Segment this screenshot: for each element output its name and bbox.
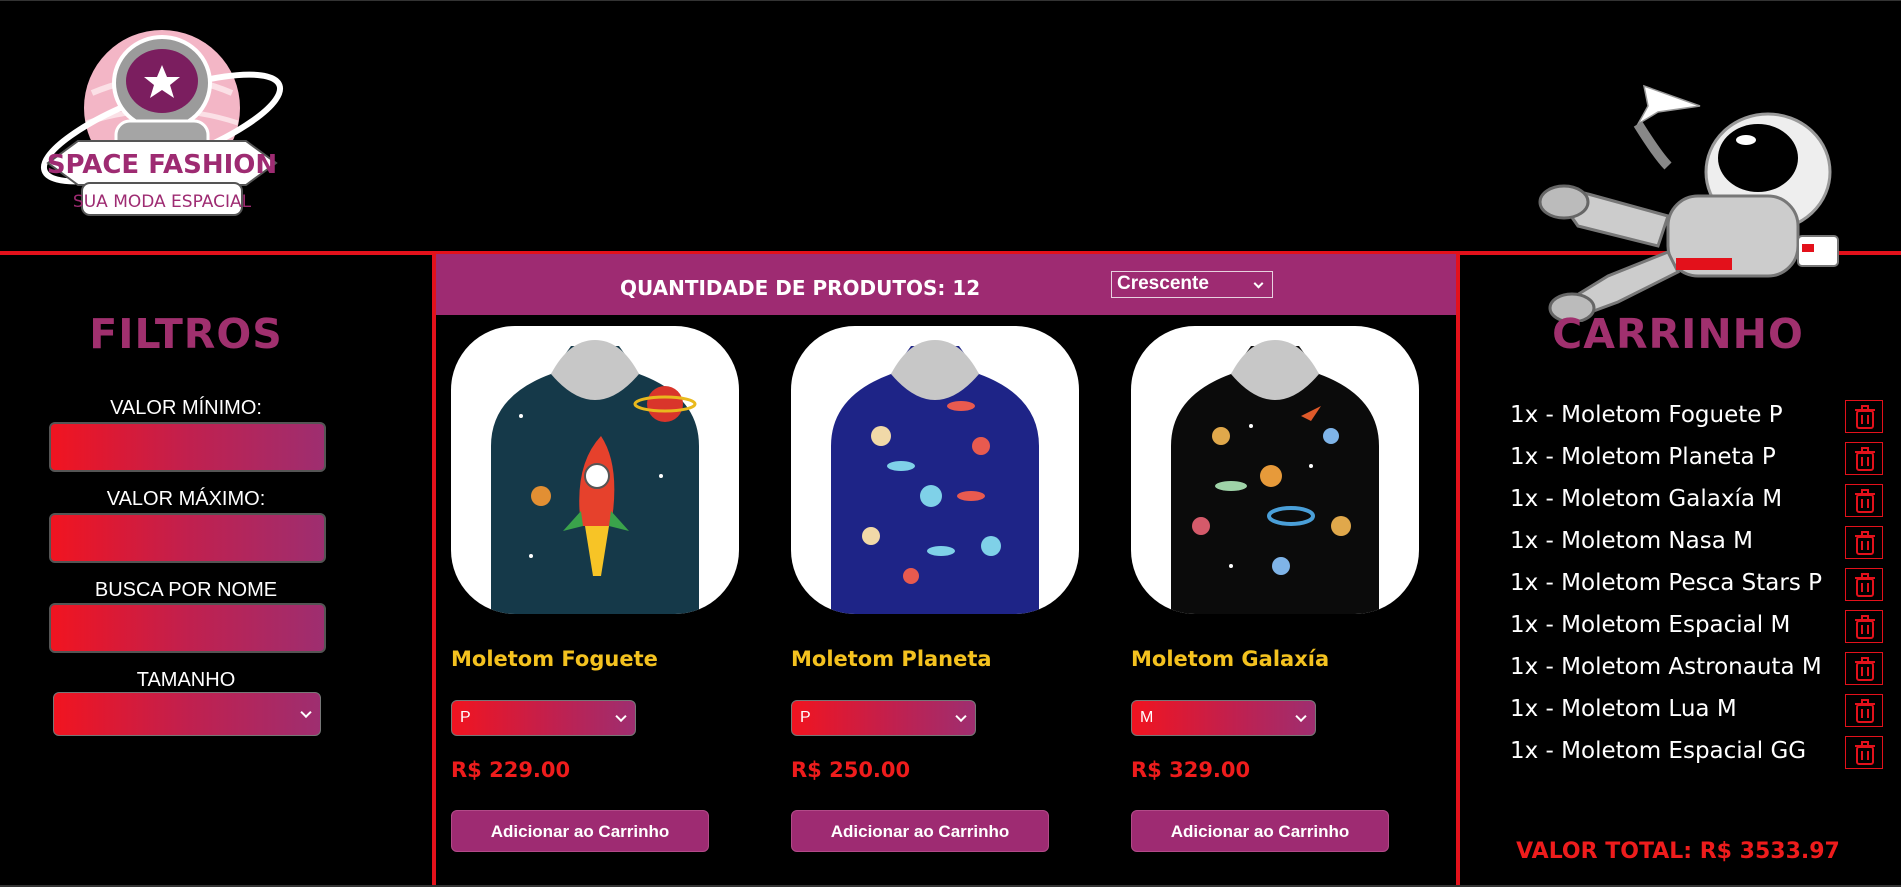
order-select[interactable]: Crescente — [1111, 271, 1273, 298]
product-price: R$ 229.00 — [451, 758, 571, 782]
remove-item-button[interactable] — [1845, 526, 1883, 559]
remove-item-button[interactable] — [1845, 568, 1883, 601]
add-to-cart-button[interactable]: Adicionar ao Carrinho — [791, 810, 1049, 852]
size-label: TAMANHO — [136, 669, 236, 691]
product-image-galaxia — [1131, 326, 1419, 614]
filters-title: FILTROS — [89, 310, 283, 358]
remove-item-button[interactable] — [1845, 400, 1883, 433]
cart-item: 1x - Moletom Foguete P — [1510, 402, 1783, 428]
product-size-select[interactable]: P — [451, 700, 636, 736]
cart-item: 1x - Moletom Lua M — [1510, 696, 1737, 722]
space-fashion-logo: SPACE FASHION SUA MODA ESPACIAL — [34, 23, 290, 243]
cart-item: 1x - Moletom Nasa M — [1510, 528, 1753, 554]
remove-item-button[interactable] — [1845, 736, 1883, 769]
order-select-value: Crescente — [1117, 273, 1209, 294]
size-filter-select[interactable] — [53, 692, 321, 736]
product-name: Moletom Planeta — [791, 647, 992, 671]
search-name-input[interactable] — [49, 603, 326, 653]
remove-item-button[interactable] — [1845, 610, 1883, 643]
product-price: R$ 329.00 — [1131, 758, 1251, 782]
chevron-down-icon — [300, 706, 312, 719]
max-value-input[interactable] — [49, 513, 326, 563]
cart-panel: CARRINHO 1x - Moletom Foguete P 1x - Mole… — [1460, 254, 1901, 887]
product-quantity: QUANTIDADE DE PRODUTOS: 12 — [620, 276, 981, 300]
cart-item: 1x - Moletom Astronauta M — [1510, 654, 1822, 680]
astronaut-illustration — [1468, 76, 1868, 324]
filters-panel: FILTROS VALOR MÍNIMO: VALOR MÁXIMO: BUSC… — [0, 254, 432, 887]
cart-total: VALOR TOTAL: R$ 3533.97 — [1516, 839, 1840, 864]
remove-item-button[interactable] — [1845, 484, 1883, 517]
cart-item: 1x - Moletom Galaxía M — [1510, 486, 1783, 512]
logo-text: SPACE FASHION — [47, 150, 277, 180]
chevron-down-icon — [615, 710, 627, 723]
min-value-label: VALOR MÍNIMO: — [110, 397, 262, 419]
cart-item: 1x - Moletom Espacial M — [1510, 612, 1791, 638]
product-name: Moletom Foguete — [451, 647, 658, 671]
products-toolbar: QUANTIDADE DE PRODUTOS: 12 Crescente — [436, 254, 1456, 315]
cart-item: 1x - Moletom Pesca Stars P — [1510, 570, 1822, 596]
product-image-planeta — [791, 326, 1079, 614]
remove-item-button[interactable] — [1845, 694, 1883, 727]
cart-title: CARRINHO — [1552, 310, 1804, 358]
add-to-cart-button[interactable]: Adicionar ao Carrinho — [451, 810, 709, 852]
chevron-down-icon — [955, 710, 967, 723]
add-to-cart-button[interactable]: Adicionar ao Carrinho — [1131, 810, 1389, 852]
remove-item-button[interactable] — [1845, 652, 1883, 685]
product-name: Moletom Galaxía — [1131, 647, 1330, 671]
chevron-down-icon — [1253, 278, 1264, 289]
product-size-value: M — [1140, 709, 1154, 726]
cart-item: 1x - Moletom Espacial GG — [1510, 738, 1807, 764]
products-section: QUANTIDADE DE PRODUTOS: 12 Crescente Mol — [436, 254, 1456, 887]
product-size-value: P — [800, 709, 811, 726]
product-size-select[interactable]: P — [791, 700, 976, 736]
min-value-input[interactable] — [49, 422, 326, 472]
max-value-label: VALOR MÁXIMO: — [106, 488, 266, 510]
product-size-value: P — [460, 709, 471, 726]
logo-tagline: SUA MODA ESPACIAL — [73, 192, 252, 212]
product-size-select[interactable]: M — [1131, 700, 1316, 736]
chevron-down-icon — [1295, 710, 1307, 723]
remove-item-button[interactable] — [1845, 442, 1883, 475]
product-price: R$ 250.00 — [791, 758, 911, 782]
cart-item: 1x - Moletom Planeta P — [1510, 444, 1776, 470]
product-image-foguete — [451, 326, 739, 614]
search-name-label: BUSCA POR NOME — [94, 579, 278, 601]
